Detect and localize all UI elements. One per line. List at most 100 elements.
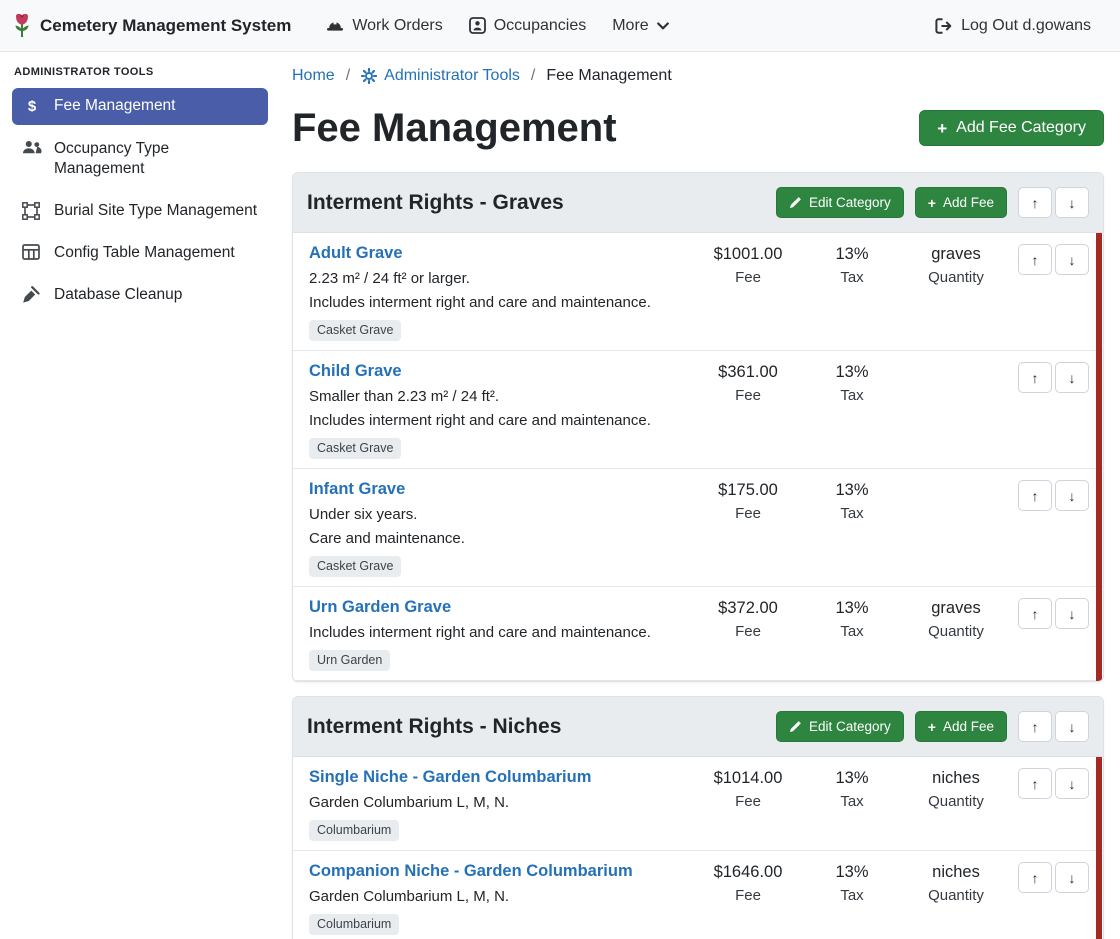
nav-work-orders-label: Work Orders xyxy=(352,17,442,35)
dollar-icon: $ xyxy=(22,97,42,117)
fee-type-badge: Columbarium xyxy=(309,820,399,841)
tax-label: Tax xyxy=(800,268,904,288)
plus-icon: + xyxy=(928,196,936,210)
arrow-up-icon: ↑ xyxy=(1032,488,1039,504)
plus-icon: + xyxy=(928,720,936,734)
arrow-up-icon: ↑ xyxy=(1032,606,1039,622)
fee-amount-column: $1001.00 Fee xyxy=(696,243,800,288)
fee-info: Infant Grave Under six years. Care and m… xyxy=(309,479,696,577)
fee-amount: $372.00 xyxy=(696,598,800,618)
sidebar-item-config-table-management[interactable]: Config Table Management xyxy=(12,235,268,271)
move-category-up-button[interactable]: ↑ xyxy=(1018,187,1052,218)
fee-reorder-controls: ↑ ↓ xyxy=(1018,480,1089,511)
sidebar-item-fee-management[interactable]: $ Fee Management xyxy=(12,88,268,125)
edit-category-button[interactable]: Edit Category xyxy=(776,711,904,742)
sidebar-item-database-cleanup[interactable]: Database Cleanup xyxy=(12,277,268,313)
move-category-up-button[interactable]: ↑ xyxy=(1018,711,1052,742)
move-fee-down-button[interactable]: ↓ xyxy=(1055,362,1089,393)
fee-name-link[interactable]: Infant Grave xyxy=(309,479,405,499)
card-scrollbar[interactable] xyxy=(1096,757,1102,939)
arrow-down-icon: ↓ xyxy=(1069,719,1076,735)
quantity-label: Quantity xyxy=(904,792,1008,812)
fee-name-link[interactable]: Adult Grave xyxy=(309,243,403,263)
add-fee-button[interactable]: + Add Fee xyxy=(915,711,1007,742)
brand-link[interactable]: Cemetery Management System xyxy=(12,12,291,39)
quantity-column xyxy=(904,479,1008,484)
logout-icon xyxy=(935,18,953,34)
move-fee-down-button[interactable]: ↓ xyxy=(1055,862,1089,893)
move-fee-down-button[interactable]: ↓ xyxy=(1055,768,1089,799)
fee-row: Adult Grave 2.23 m² / 24 ft² or larger. … xyxy=(293,233,1103,351)
move-fee-up-button[interactable]: ↑ xyxy=(1018,862,1052,893)
quantity-column xyxy=(904,361,1008,366)
add-fee-category-label: Add Fee Category xyxy=(956,119,1086,137)
brand-title: Cemetery Management System xyxy=(40,16,291,36)
sidebar-heading: ADMINISTRATOR TOOLS xyxy=(12,64,268,88)
quantity-column: niches Quantity xyxy=(904,767,1008,812)
sidebar-item-label: Fee Management xyxy=(54,96,176,116)
move-fee-up-button[interactable]: ↑ xyxy=(1018,598,1052,629)
page-layout: ADMINISTRATOR TOOLS $ Fee Management Occ… xyxy=(0,52,1120,939)
fee-info: Single Niche - Garden Columbarium Garden… xyxy=(309,767,696,841)
tax-column: 13% Tax xyxy=(800,479,904,524)
quantity-label: Quantity xyxy=(904,268,1008,288)
fee-description-line: 2.23 m² / 24 ft² or larger. xyxy=(309,269,688,289)
fee-description-line: Care and maintenance. xyxy=(309,529,688,549)
breadcrumb-home-link[interactable]: Home xyxy=(292,67,335,85)
nav-more[interactable]: More xyxy=(599,9,681,43)
fee-type-badge: Columbarium xyxy=(309,914,399,935)
tax-column: 13% Tax xyxy=(800,243,904,288)
fee-row: Infant Grave Under six years. Care and m… xyxy=(293,469,1103,587)
fee-type-badge: Casket Grave xyxy=(309,556,401,577)
fee-amount: $175.00 xyxy=(696,480,800,500)
breadcrumb-separator: / xyxy=(531,67,535,85)
nav-occupancies[interactable]: Occupancies xyxy=(456,9,600,43)
fee-row: Urn Garden Grave Includes interment righ… xyxy=(293,587,1103,681)
move-fee-down-button[interactable]: ↓ xyxy=(1055,480,1089,511)
sidebar-item-label: Burial Site Type Management xyxy=(54,201,257,221)
add-fee-category-button[interactable]: + Add Fee Category xyxy=(919,110,1104,146)
edit-category-label: Edit Category xyxy=(809,719,891,734)
move-category-down-button[interactable]: ↓ xyxy=(1055,187,1089,218)
fee-reorder-controls: ↑ ↓ xyxy=(1018,768,1089,799)
fee-info: Companion Niche - Garden Columbarium Gar… xyxy=(309,861,696,935)
move-fee-up-button[interactable]: ↑ xyxy=(1018,244,1052,275)
fee-name-link[interactable]: Single Niche - Garden Columbarium xyxy=(309,767,591,787)
move-fee-down-button[interactable]: ↓ xyxy=(1055,244,1089,275)
category-header: Interment Rights - Niches Edit Category … xyxy=(293,697,1103,757)
fee-reorder-controls: ↑ ↓ xyxy=(1018,862,1089,893)
fee-info: Adult Grave 2.23 m² / 24 ft² or larger. … xyxy=(309,243,696,341)
arrow-down-icon: ↓ xyxy=(1069,488,1076,504)
add-fee-label: Add Fee xyxy=(943,195,994,210)
arrow-down-icon: ↓ xyxy=(1069,252,1076,268)
fee-amount-label: Fee xyxy=(696,792,800,812)
fee-name-link[interactable]: Urn Garden Grave xyxy=(309,597,451,617)
quantity-column: graves Quantity xyxy=(904,597,1008,642)
fee-name-link[interactable]: Companion Niche - Garden Columbarium xyxy=(309,861,633,881)
fee-type-badge: Urn Garden xyxy=(309,650,390,671)
sidebar-item-burial-site-type-management[interactable]: Burial Site Type Management xyxy=(12,193,268,229)
arrow-down-icon: ↓ xyxy=(1069,195,1076,211)
card-scrollbar[interactable] xyxy=(1096,233,1102,681)
fee-reorder-controls: ↑ ↓ xyxy=(1018,244,1089,275)
arrow-down-icon: ↓ xyxy=(1069,870,1076,886)
arrow-up-icon: ↑ xyxy=(1032,776,1039,792)
breadcrumb-separator: / xyxy=(346,67,350,85)
logout-link[interactable]: Log Out d.gowans xyxy=(922,9,1104,43)
edit-category-button[interactable]: Edit Category xyxy=(776,187,904,218)
sidebar: ADMINISTRATOR TOOLS $ Fee Management Occ… xyxy=(0,52,280,939)
move-category-down-button[interactable]: ↓ xyxy=(1055,711,1089,742)
category-reorder-controls: ↑ ↓ xyxy=(1018,711,1089,742)
nav-work-orders[interactable]: Work Orders xyxy=(313,9,455,43)
move-fee-up-button[interactable]: ↑ xyxy=(1018,768,1052,799)
move-fee-down-button[interactable]: ↓ xyxy=(1055,598,1089,629)
tax-column: 13% Tax xyxy=(800,361,904,406)
fee-name-link[interactable]: Child Grave xyxy=(309,361,402,381)
move-fee-up-button[interactable]: ↑ xyxy=(1018,480,1052,511)
add-fee-button[interactable]: + Add Fee xyxy=(915,187,1007,218)
sidebar-item-occupancy-type-management[interactable]: Occupancy Type Management xyxy=(12,131,268,187)
broom-icon xyxy=(22,286,42,304)
move-fee-up-button[interactable]: ↑ xyxy=(1018,362,1052,393)
breadcrumb-admin-tools-link[interactable]: Administrator Tools xyxy=(361,67,520,85)
fee-amount-column: $361.00 Fee xyxy=(696,361,800,406)
